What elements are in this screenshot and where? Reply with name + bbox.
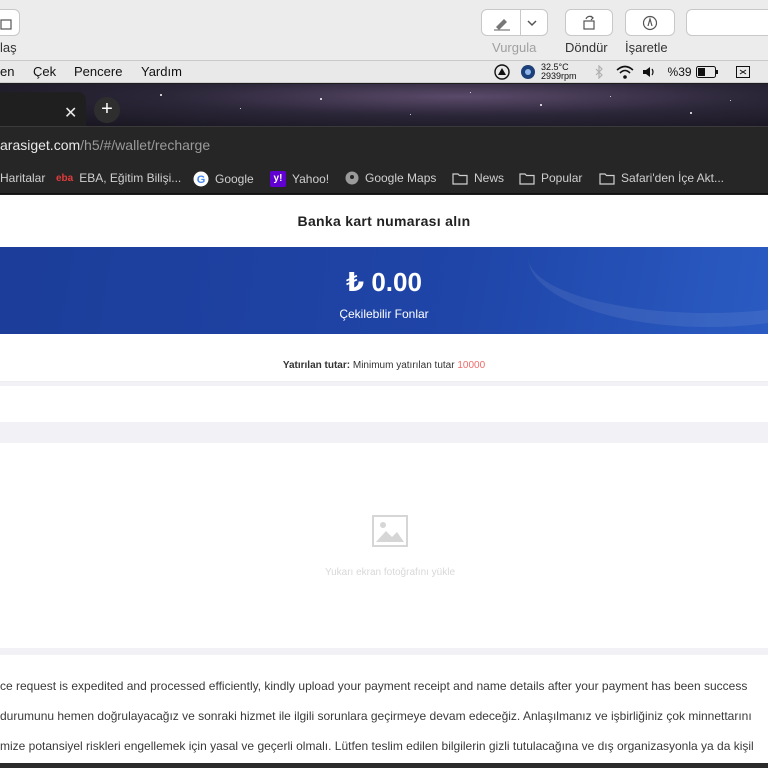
eba-icon: eba [56, 172, 74, 184]
markup-label: İşaretle [625, 40, 668, 55]
screen-mirroring-icon[interactable] [735, 66, 750, 78]
star [610, 96, 611, 97]
share-button[interactable] [0, 9, 20, 36]
menu-item-edit[interactable]: en [0, 64, 14, 79]
preview-toolbar: laş Vurgula Döndür İşaretle [0, 0, 768, 61]
star [160, 94, 162, 96]
markup-button[interactable] [625, 9, 675, 36]
bookmark-label: Popular [541, 171, 583, 185]
rotate-label: Döndür [565, 40, 608, 55]
new-tab-button[interactable]: + [94, 97, 120, 123]
bookmark-google-maps[interactable]: Google Maps [345, 171, 436, 185]
fan-monitor-icon[interactable] [520, 64, 536, 80]
bookmark-maps[interactable]: Haritalar [0, 171, 45, 185]
search-field[interactable] [686, 9, 768, 36]
upload-triangle-icon[interactable] [494, 64, 510, 80]
receipt-upload-area[interactable]: Yukarı ekran fotoğrafını yükle [0, 443, 768, 648]
dock-edge [0, 763, 768, 768]
instruction-line: durumunu hemen doğrulayacağız ve sonraki… [0, 709, 752, 723]
menu-item-window[interactable]: Pencere [74, 64, 122, 79]
google-icon: G [193, 171, 209, 187]
bookmark-yahoo[interactable]: y! Yahoo! [270, 171, 329, 187]
tab-bar: ✕ + [0, 84, 768, 126]
fan-rpm-value: 2939rpm [541, 71, 577, 81]
image-placeholder-icon [372, 515, 408, 547]
upload-hint: Yukarı ekran fotoğrafını yükle [324, 567, 456, 578]
bookmarks-bar: Haritalar eba EBA, Eğitim Bilişi... G Go… [0, 164, 768, 194]
deposit-info-row [0, 334, 768, 382]
deposit-min-amount: 10000 [457, 360, 486, 371]
url-host: arasiget.com [0, 137, 81, 153]
rotate-icon [583, 15, 595, 30]
bookmark-folder-safari-import[interactable]: Safari'den İçe Akt... [599, 171, 724, 185]
sensor-readout: 32.5°C 2939rpm [541, 63, 577, 81]
folder-icon [452, 173, 468, 185]
close-tab-icon[interactable]: ✕ [64, 106, 77, 122]
volume-icon[interactable] [642, 65, 656, 79]
bookmark-google[interactable]: G Google [193, 171, 254, 187]
instructions: ce request is expedited and processed ef… [0, 655, 768, 768]
status-area: 32.5°C 2939rpm %39 [494, 61, 750, 83]
balance-amount: ₺ 0.00 [346, 267, 422, 297]
star [410, 114, 411, 115]
star [690, 112, 692, 114]
balance-caption: Çekilebilir Fonlar [339, 307, 429, 321]
bookmark-folder-news[interactable]: News [452, 171, 504, 185]
bookmark-label: Yahoo! [292, 172, 330, 186]
chevron-down-icon[interactable] [527, 19, 537, 27]
active-tab[interactable]: ✕ [0, 92, 86, 126]
bookmark-folder-popular[interactable]: Popular [519, 171, 582, 185]
bookmark-eba[interactable]: eba EBA, Eğitim Bilişi... [56, 171, 181, 185]
wifi-icon[interactable] [616, 65, 634, 79]
deposit-info: Yatırılan tutar: Minimum yatırılan tutar… [0, 360, 768, 371]
star [320, 98, 322, 100]
bookmark-label: News [474, 171, 505, 185]
url-text[interactable]: arasiget.com/h5/#/wallet/recharge [0, 137, 210, 153]
folder-icon [599, 173, 615, 185]
share-icon [0, 18, 12, 30]
screen: laş Vurgula Döndür İşaretle en Çek Pence… [0, 0, 768, 768]
battery-percent: %39 [667, 65, 692, 79]
menu-item-help[interactable]: Yardım [141, 64, 182, 79]
menu-item-pull[interactable]: Çek [33, 64, 56, 79]
highlight-label: Vurgula [492, 40, 537, 55]
google-maps-icon [345, 171, 359, 185]
share-label: laş [0, 40, 17, 55]
deposit-amount-input[interactable] [0, 386, 768, 422]
star [540, 104, 542, 106]
star [730, 100, 731, 101]
highlight-button[interactable] [481, 9, 548, 36]
balance-card: ₺ 0.00 Çekilebilir Fonlar [0, 247, 768, 334]
deposit-label: Yatırılan tutar: [282, 360, 351, 371]
bookmark-label: Haritalar [0, 171, 46, 185]
star [470, 92, 471, 93]
svg-text:G: G [197, 174, 206, 186]
bookmark-label: Google Maps [365, 171, 437, 185]
bookmark-label: Safari'den İçe Akt... [621, 171, 725, 185]
page-title: Banka kart numarası alın [0, 195, 768, 247]
address-bar[interactable]: arasiget.com/h5/#/wallet/recharge [0, 126, 768, 164]
yahoo-icon: y! [270, 171, 286, 187]
url-path: /h5/#/wallet/recharge [80, 137, 211, 153]
battery-icon[interactable] [695, 66, 718, 78]
rotate-button[interactable] [565, 9, 613, 36]
highlighter-icon [494, 18, 510, 31]
menu-bar: en Çek Pencere Yardım 32.5°C 2939rpm %39 [0, 61, 768, 83]
folder-icon [519, 173, 535, 185]
bookmark-label: Google [215, 172, 254, 186]
bookmark-label: EBA, Eğitim Bilişi... [79, 171, 182, 185]
bluetooth-icon[interactable] [594, 65, 604, 79]
web-content: Banka kart numarası alın ₺ 0.00 Çekilebi… [0, 195, 768, 768]
instruction-line: ce request is expedited and processed ef… [0, 679, 748, 693]
deposit-hint: Minimum yatırılan tutar [352, 360, 455, 371]
star [240, 108, 241, 109]
markup-pen-icon [642, 15, 658, 30]
instruction-line: mize potansiyel riskleri engellemek için… [0, 739, 754, 753]
